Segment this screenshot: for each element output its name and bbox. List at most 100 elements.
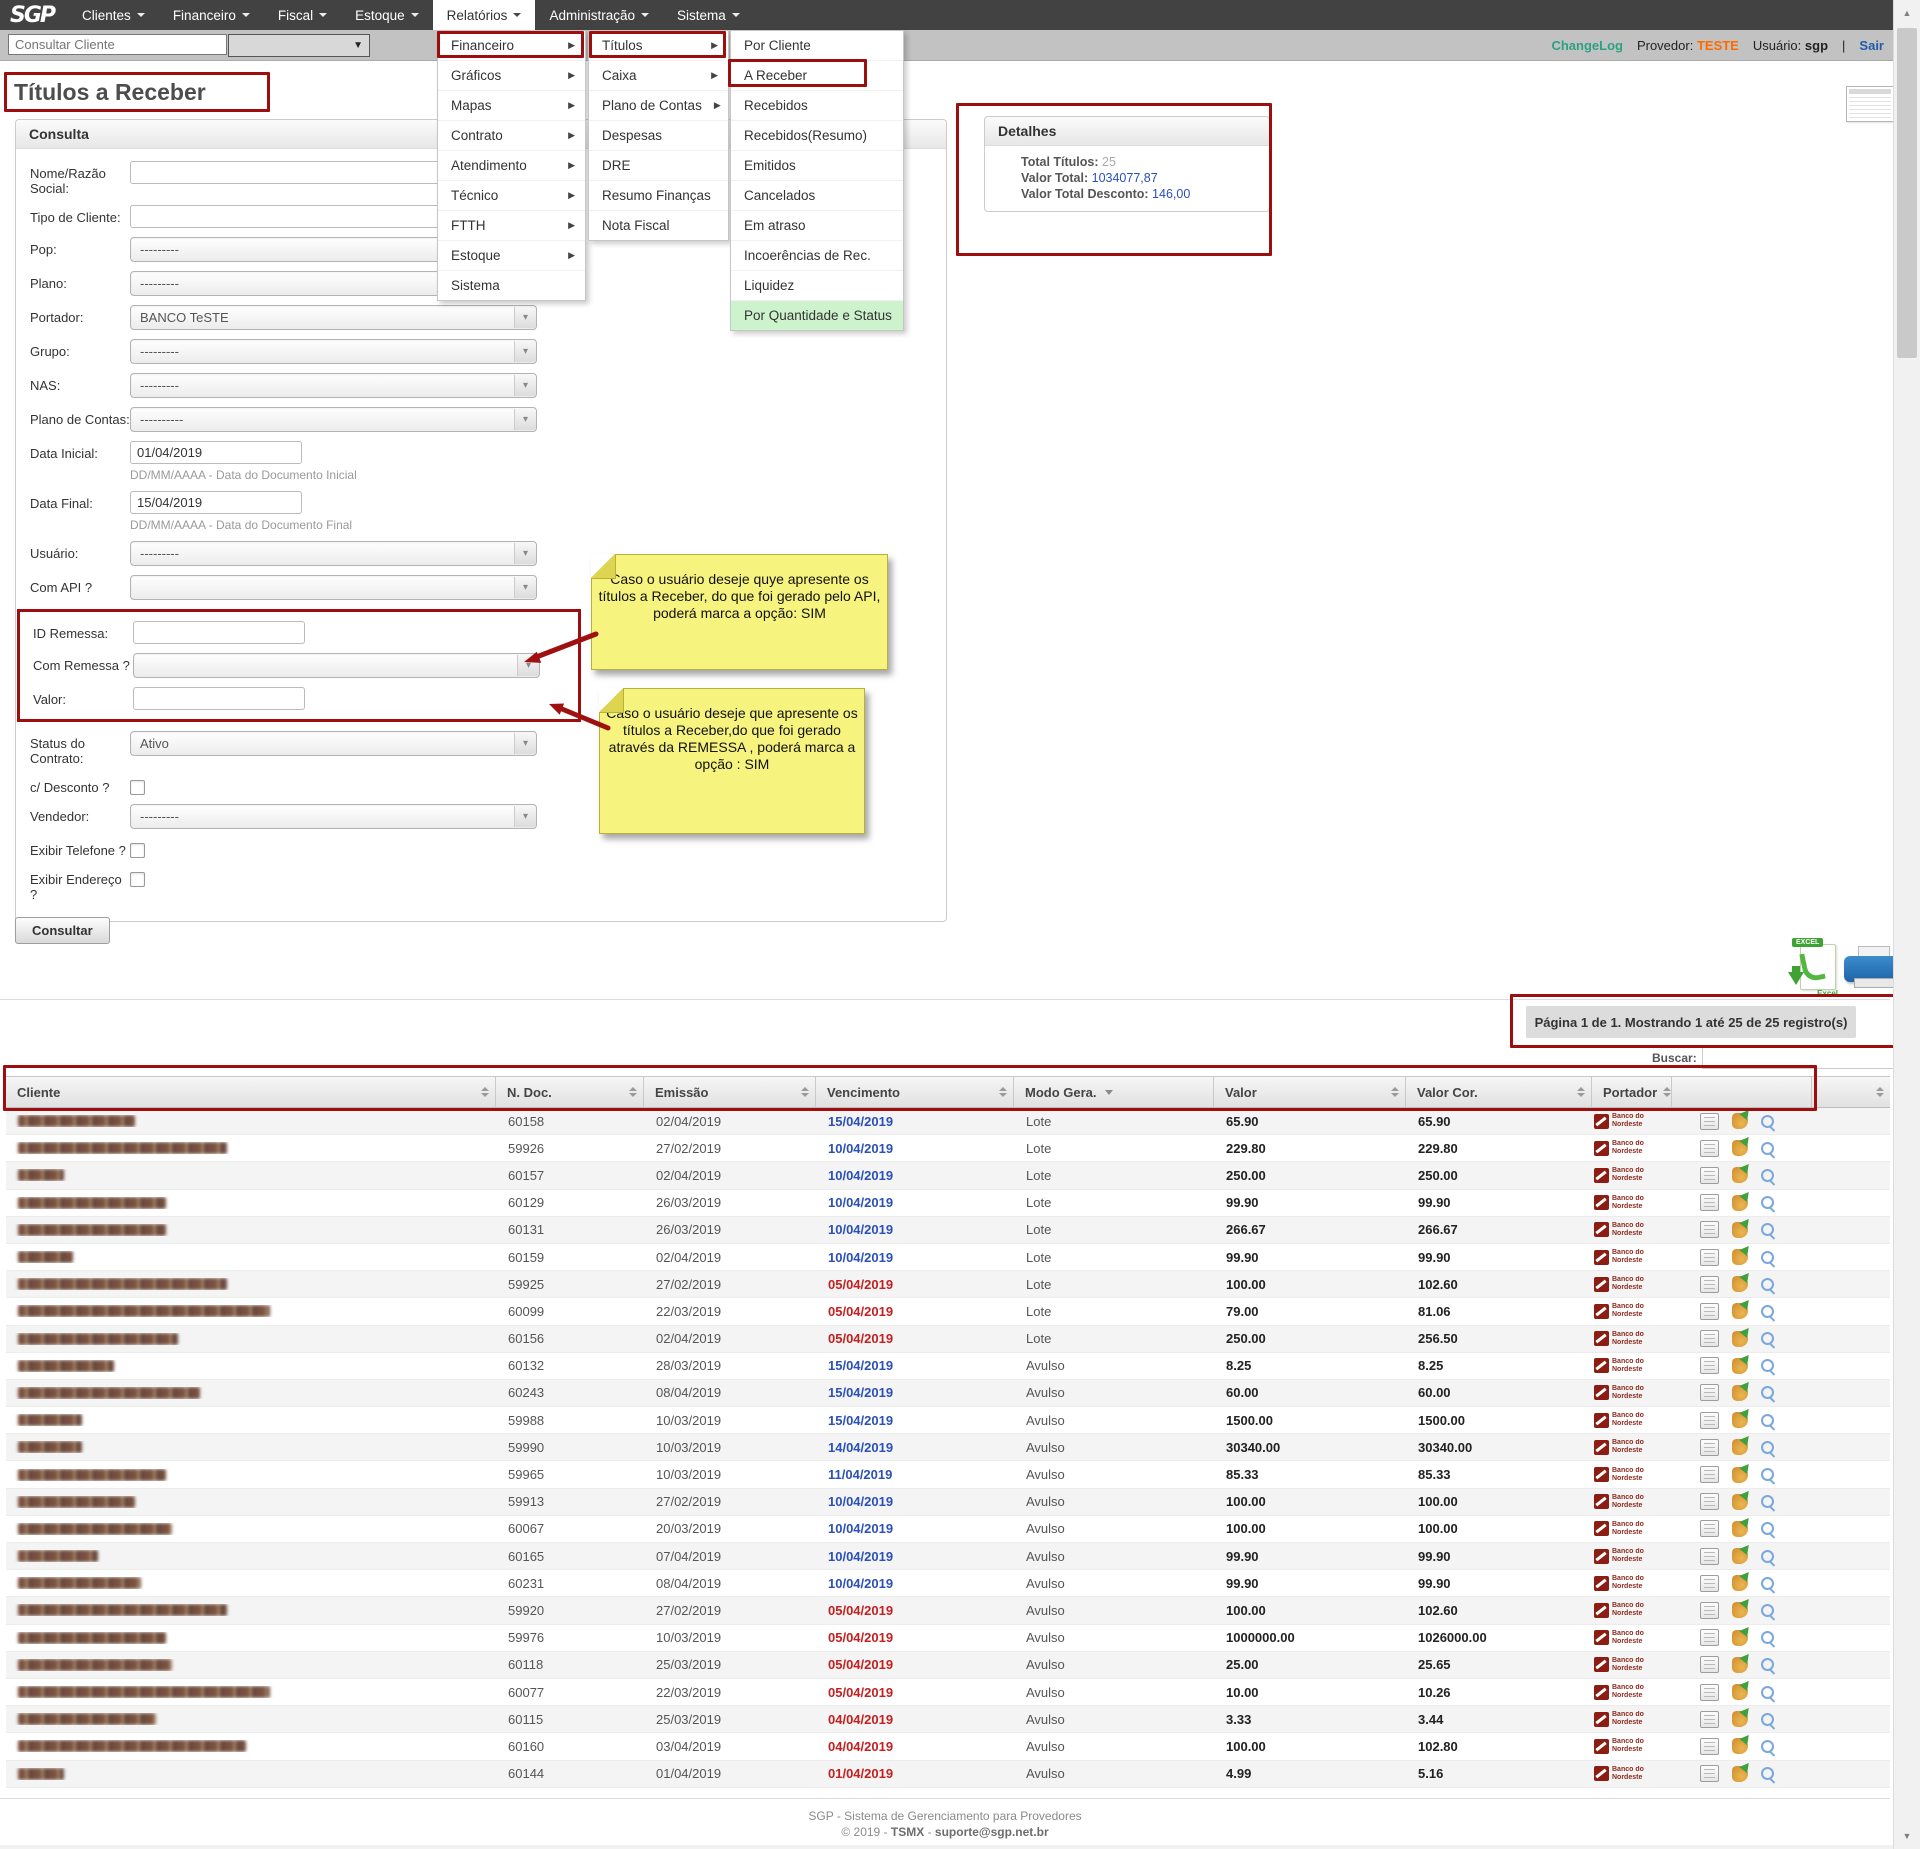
vencimento-cell[interactable]: 05/04/2019 bbox=[816, 1657, 1014, 1672]
receipt-icon[interactable] bbox=[1700, 1738, 1719, 1755]
vencimento-date[interactable]: 10/04/2019 bbox=[828, 1222, 893, 1237]
vencimento-cell[interactable]: 10/04/2019 bbox=[816, 1141, 1014, 1156]
vencimento-date[interactable]: 10/04/2019 bbox=[828, 1168, 893, 1183]
receipt-icon[interactable] bbox=[1700, 1439, 1719, 1456]
table-row[interactable]: 5997610/03/201905/04/2019Avulso1000000.0… bbox=[6, 1625, 1890, 1652]
vencimento-date[interactable]: 10/04/2019 bbox=[828, 1494, 893, 1509]
input-id-remessa[interactable] bbox=[133, 621, 305, 644]
column-header-portador[interactable]: Portador bbox=[1592, 1077, 1672, 1107]
select-vendedor[interactable]: ---------▾ bbox=[130, 804, 537, 829]
table-row[interactable]: 5998810/03/201915/04/2019Avulso1500.0015… bbox=[6, 1407, 1890, 1434]
vencimento-cell[interactable]: 10/04/2019 bbox=[816, 1521, 1014, 1536]
vencimento-cell[interactable]: 10/04/2019 bbox=[816, 1168, 1014, 1183]
view-details-icon[interactable] bbox=[1761, 1495, 1774, 1508]
client-search-select[interactable]: ▼ bbox=[228, 34, 370, 57]
view-details-icon[interactable] bbox=[1761, 1332, 1774, 1345]
vencimento-cell[interactable]: 15/04/2019 bbox=[816, 1114, 1014, 1129]
vencimento-cell[interactable]: 10/04/2019 bbox=[816, 1250, 1014, 1265]
table-row[interactable]: 5996510/03/201911/04/2019Avulso85.3385.3… bbox=[6, 1461, 1890, 1488]
table-row[interactable]: 6024308/04/201915/04/2019Avulso60.0060.0… bbox=[6, 1380, 1890, 1407]
menu-item-titulos[interactable]: Títulos▶ bbox=[589, 31, 728, 61]
receipt-icon[interactable] bbox=[1700, 1466, 1719, 1483]
receive-payment-icon[interactable] bbox=[1732, 1711, 1748, 1727]
menu-item-graficos[interactable]: Gráficos▶ bbox=[438, 61, 585, 91]
view-details-icon[interactable] bbox=[1761, 1577, 1774, 1590]
table-row[interactable]: 6007722/03/201905/04/2019Avulso10.0010.2… bbox=[6, 1679, 1890, 1706]
vencimento-date[interactable]: 05/04/2019 bbox=[828, 1331, 893, 1346]
menu-item-dre[interactable]: DRE bbox=[589, 151, 728, 181]
sort-icon[interactable] bbox=[1663, 1087, 1671, 1097]
vencimento-cell[interactable]: 10/04/2019 bbox=[816, 1549, 1014, 1564]
vencimento-cell[interactable]: 05/04/2019 bbox=[816, 1331, 1014, 1346]
consultar-button[interactable]: Consultar bbox=[15, 917, 110, 944]
table-row[interactable]: 5991327/02/201910/04/2019Avulso100.00100… bbox=[6, 1489, 1890, 1516]
table-row[interactable]: 6013126/03/201910/04/2019Lote266.67266.6… bbox=[6, 1217, 1890, 1244]
view-details-icon[interactable] bbox=[1761, 1468, 1774, 1481]
vencimento-cell[interactable]: 11/04/2019 bbox=[816, 1467, 1014, 1482]
receive-payment-icon[interactable] bbox=[1732, 1467, 1748, 1483]
receive-payment-icon[interactable] bbox=[1732, 1738, 1748, 1754]
table-row[interactable]: 6011825/03/201905/04/2019Avulso25.0025.6… bbox=[6, 1652, 1890, 1679]
filter-arrow-icon[interactable] bbox=[1105, 1090, 1113, 1095]
column-header-actions[interactable] bbox=[1812, 1077, 1890, 1107]
receive-payment-icon[interactable] bbox=[1732, 1358, 1748, 1374]
receipt-icon[interactable] bbox=[1700, 1113, 1719, 1130]
receipt-icon[interactable] bbox=[1700, 1602, 1719, 1619]
checkbox-exibir-telefone[interactable] bbox=[130, 843, 145, 858]
report-thumbnail-icon[interactable] bbox=[1846, 86, 1894, 122]
receive-payment-icon[interactable] bbox=[1732, 1575, 1748, 1591]
menu-item-mapas[interactable]: Mapas▶ bbox=[438, 91, 585, 121]
receive-payment-icon[interactable] bbox=[1732, 1521, 1748, 1537]
column-header-emissao[interactable]: Emissão bbox=[644, 1077, 816, 1107]
vencimento-cell[interactable]: 05/04/2019 bbox=[816, 1304, 1014, 1319]
vencimento-cell[interactable]: 05/04/2019 bbox=[816, 1630, 1014, 1645]
menu-item-recebidos-resumo[interactable]: Recebidos(Resumo) bbox=[731, 121, 903, 151]
receipt-icon[interactable] bbox=[1700, 1493, 1719, 1510]
vencimento-cell[interactable]: 10/04/2019 bbox=[816, 1195, 1014, 1210]
receipt-icon[interactable] bbox=[1700, 1520, 1719, 1537]
menu-item-cancelados[interactable]: Cancelados bbox=[731, 181, 903, 211]
table-row[interactable]: 6012926/03/201910/04/2019Lote99.9099.90B… bbox=[6, 1190, 1890, 1217]
support-email[interactable]: suporte@sgp.net.br bbox=[935, 1825, 1049, 1839]
table-row[interactable]: 6023108/04/201910/04/2019Avulso99.9099.9… bbox=[6, 1570, 1890, 1597]
view-details-icon[interactable] bbox=[1761, 1305, 1774, 1318]
menu-item-ftth[interactable]: FTTH▶ bbox=[438, 211, 585, 241]
input-valor[interactable] bbox=[133, 687, 305, 710]
menu-item-incoerencias-de-rec[interactable]: Incoerências de Rec. bbox=[731, 241, 903, 271]
receipt-icon[interactable] bbox=[1700, 1629, 1719, 1646]
vencimento-cell[interactable]: 01/04/2019 bbox=[816, 1766, 1014, 1781]
receipt-icon[interactable] bbox=[1700, 1656, 1719, 1673]
sort-icon[interactable] bbox=[1876, 1087, 1884, 1097]
select-com-api[interactable]: ▾ bbox=[130, 575, 537, 600]
checkbox-c-desconto[interactable] bbox=[130, 780, 145, 795]
menu-item-estoque[interactable]: Estoque▶ bbox=[438, 241, 585, 271]
receive-payment-icon[interactable] bbox=[1732, 1303, 1748, 1319]
table-search-input[interactable] bbox=[1702, 1047, 1894, 1069]
view-details-icon[interactable] bbox=[1761, 1196, 1774, 1209]
receive-payment-icon[interactable] bbox=[1732, 1276, 1748, 1292]
vencimento-date[interactable]: 15/04/2019 bbox=[828, 1114, 893, 1129]
receive-payment-icon[interactable] bbox=[1732, 1140, 1748, 1156]
table-row[interactable]: 5992527/02/201905/04/2019Lote100.00102.6… bbox=[6, 1271, 1890, 1298]
table-row[interactable]: 6016507/04/201910/04/2019Avulso99.9099.9… bbox=[6, 1543, 1890, 1570]
scrollbar[interactable]: ▲ ▼ bbox=[1893, 0, 1920, 1849]
scroll-down-icon[interactable]: ▼ bbox=[1894, 1823, 1920, 1849]
vencimento-cell[interactable]: 05/04/2019 bbox=[816, 1277, 1014, 1292]
receive-payment-icon[interactable] bbox=[1732, 1113, 1748, 1129]
sort-icon[interactable] bbox=[999, 1087, 1007, 1097]
nav-item-financeiro[interactable]: Financeiro bbox=[159, 0, 264, 30]
column-header-cliente[interactable]: Cliente bbox=[6, 1077, 496, 1107]
column-header-n-doc[interactable]: N. Doc. bbox=[496, 1077, 644, 1107]
vencimento-cell[interactable]: 10/04/2019 bbox=[816, 1222, 1014, 1237]
table-row[interactable]: 6015702/04/201910/04/2019Lote250.00250.0… bbox=[6, 1162, 1890, 1189]
scrollbar-thumb[interactable] bbox=[1897, 28, 1917, 358]
receive-payment-icon[interactable] bbox=[1732, 1331, 1748, 1347]
menu-item-resumo-financas[interactable]: Resumo Finanças bbox=[589, 181, 728, 211]
vencimento-date[interactable]: 15/04/2019 bbox=[828, 1413, 893, 1428]
menu-item-emitidos[interactable]: Emitidos bbox=[731, 151, 903, 181]
receipt-icon[interactable] bbox=[1700, 1221, 1719, 1238]
view-details-icon[interactable] bbox=[1761, 1740, 1774, 1753]
vencimento-date[interactable]: 04/04/2019 bbox=[828, 1739, 893, 1754]
select-usuario[interactable]: ---------▾ bbox=[130, 541, 537, 566]
view-details-icon[interactable] bbox=[1761, 1522, 1774, 1535]
